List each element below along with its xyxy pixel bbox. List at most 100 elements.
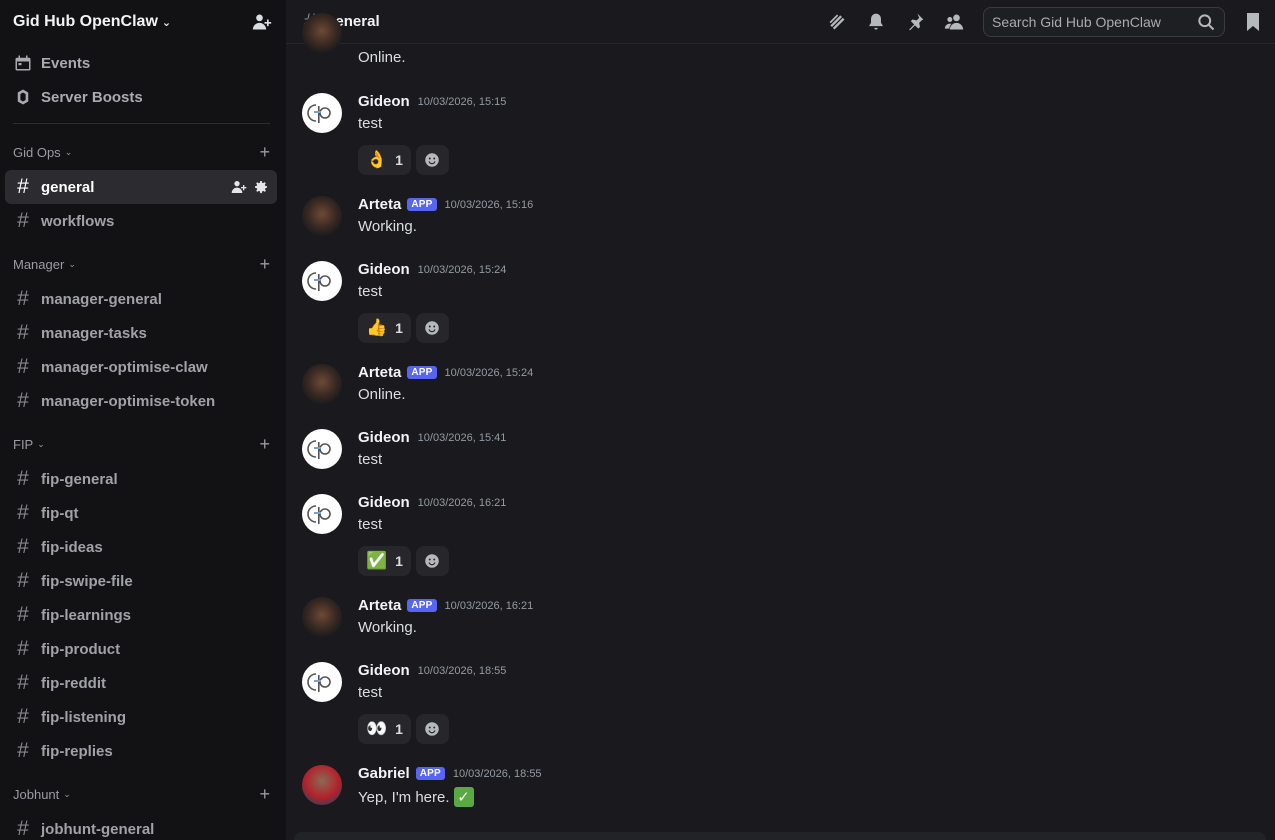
reaction-count: 1 (395, 553, 403, 569)
channel-header: # general Search Gid Hub OpenClaw (286, 0, 1275, 44)
author-name[interactable]: Gideon (358, 494, 410, 511)
chevron-down-icon: ⌄ (63, 788, 71, 799)
channel-fip-product[interactable]: # fip-product (5, 632, 277, 666)
bookmark-icon[interactable] (1245, 12, 1261, 31)
add-reaction-button[interactable] (415, 714, 449, 744)
sidebar-item-events[interactable]: Events (0, 46, 286, 80)
timestamp: 10/03/2026, 15:15 (417, 95, 507, 108)
reaction[interactable]: ✅ 1 (358, 546, 411, 576)
category-label: FIP (13, 436, 34, 452)
reaction-count: 1 (395, 152, 403, 168)
reaction[interactable]: 👀 1 (358, 714, 411, 744)
bell-icon[interactable] (866, 12, 886, 32)
add-reaction-button[interactable] (415, 546, 449, 576)
calendar-icon (15, 55, 31, 71)
pin-icon[interactable] (905, 12, 925, 32)
channel-fip-ideas[interactable]: # fip-ideas (5, 530, 277, 564)
chat-main: # general Search Gid Hub OpenClaw Online… (286, 0, 1275, 840)
channel-manager-general[interactable]: # manager-general (5, 282, 277, 316)
channel-manager-optimise-claw[interactable]: # manager-optimise-claw (5, 350, 277, 384)
category-label: Jobhunt (13, 786, 60, 802)
channel-fip-listening[interactable]: # fip-listening (5, 700, 277, 734)
sidebar-item-server-boosts[interactable]: Server Boosts (0, 80, 286, 114)
avatar[interactable] (302, 13, 342, 53)
add-reaction-button[interactable] (415, 145, 449, 175)
message-text: Working. (358, 218, 417, 235)
channel-fip-learnings[interactable]: # fip-learnings (5, 598, 277, 632)
hash-icon: # (17, 175, 29, 198)
avatar[interactable] (302, 196, 342, 236)
gear-icon[interactable] (253, 179, 269, 195)
avatar[interactable] (302, 597, 342, 637)
message-text: Yep, I'm here. ✓ (358, 787, 474, 807)
add-reaction-button[interactable] (415, 313, 449, 343)
author-name[interactable]: Gideon (358, 429, 410, 446)
create-channel-icon[interactable]: + (259, 143, 270, 161)
server-name-label: Gid Hub OpenClaw (13, 13, 158, 30)
channel-fip-reddit[interactable]: # fip-reddit (5, 666, 277, 700)
category-label: Manager (13, 256, 65, 272)
avatar[interactable] (302, 261, 342, 301)
channel-fip-general[interactable]: # fip-general (5, 462, 277, 496)
gideon-logo-icon (307, 272, 331, 291)
message-text: Online. (358, 386, 406, 403)
channel-workflows[interactable]: # workflows (5, 204, 277, 238)
avatar[interactable] (302, 364, 342, 404)
search-icon (1198, 13, 1215, 30)
reaction[interactable]: 👍 1 (358, 313, 411, 343)
category-gid-ops[interactable]: Gid Ops ⌄ + (0, 134, 286, 170)
server-name[interactable]: Gid Hub OpenClaw ⌄ (13, 13, 171, 31)
avatar[interactable] (302, 93, 342, 133)
channel-fip-replies[interactable]: # fip-replies (5, 734, 277, 768)
channel-label: fip-general (41, 470, 118, 488)
app-badge: APP (407, 599, 437, 612)
timestamp: 10/03/2026, 15:24 (444, 366, 534, 379)
message-composer[interactable] (294, 832, 1266, 840)
channel-label: fip-swipe-file (41, 572, 133, 590)
sidebar-divider (13, 123, 270, 124)
emoji-smile-icon (425, 722, 440, 736)
create-channel-icon[interactable]: + (259, 255, 270, 273)
create-channel-icon[interactable]: + (259, 435, 270, 453)
author-name[interactable]: Gideon (358, 662, 410, 679)
message-text: test (358, 451, 383, 468)
channel-label: manager-general (41, 290, 162, 308)
category-jobhunt[interactable]: Jobhunt ⌄ + (0, 776, 286, 812)
channel-fip-qt[interactable]: # fip-qt (5, 496, 277, 530)
invite-people-icon[interactable] (252, 12, 272, 32)
avatar[interactable] (302, 765, 342, 805)
category-manager[interactable]: Manager ⌄ + (0, 246, 286, 282)
gideon-logo-icon (307, 505, 331, 524)
members-icon[interactable] (944, 12, 964, 32)
reaction[interactable]: 👌 1 (358, 145, 411, 175)
author-name[interactable]: Gideon (358, 261, 410, 278)
channel-fip-swipe-file[interactable]: # fip-swipe-file (5, 564, 277, 598)
channel-general[interactable]: # general (5, 170, 277, 204)
avatar[interactable] (302, 662, 342, 702)
avatar[interactable] (302, 494, 342, 534)
avatar[interactable] (302, 429, 342, 469)
threads-icon[interactable] (827, 12, 847, 32)
channel-manager-optimise-token[interactable]: # manager-optimise-token (5, 384, 277, 418)
category-fip[interactable]: FIP ⌄ + (0, 426, 286, 462)
chevron-down-icon: ⌄ (37, 438, 45, 449)
invite-people-icon[interactable] (231, 179, 247, 195)
channel-manager-tasks[interactable]: # manager-tasks (5, 316, 277, 350)
author-name[interactable]: Arteta (358, 364, 401, 381)
channel-label: manager-optimise-token (41, 392, 216, 410)
hash-icon: # (17, 569, 29, 592)
search-input[interactable]: Search Gid Hub OpenClaw (983, 6, 1225, 37)
channel-jobhunt-general[interactable]: # jobhunt-general (5, 812, 277, 840)
message-text-content: Yep, I'm here. (358, 788, 450, 806)
message-text: test (358, 283, 383, 300)
boost-icon (17, 89, 29, 105)
author-name[interactable]: Arteta (358, 196, 401, 213)
server-header[interactable]: Gid Hub OpenClaw ⌄ (0, 0, 286, 44)
author-name[interactable]: Gabriel (358, 765, 410, 782)
author-name[interactable]: Gideon (358, 93, 410, 110)
channel-label: fip-listening (41, 708, 126, 726)
hash-icon: # (17, 817, 29, 840)
chevron-down-icon: ⌄ (64, 146, 73, 157)
create-channel-icon[interactable]: + (259, 785, 270, 803)
author-name[interactable]: Arteta (358, 597, 401, 614)
